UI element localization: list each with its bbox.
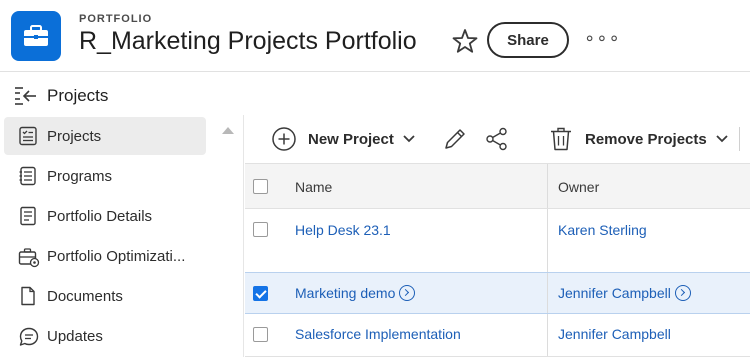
edit-button[interactable] — [442, 125, 468, 153]
briefcase-icon — [11, 11, 61, 61]
add-circle-icon — [272, 127, 296, 151]
owner-name[interactable]: Jennifer Campbell — [558, 285, 671, 301]
collapse-panel-icon[interactable] — [14, 86, 38, 106]
sidebar-item-label: Projects — [47, 127, 102, 145]
remove-projects-label: Remove Projects — [585, 130, 707, 148]
sidebar-item-label: Documents — [47, 287, 123, 305]
updates-icon — [19, 327, 39, 346]
project-name-link[interactable]: Marketing demo — [295, 285, 416, 301]
row-checkbox[interactable] — [253, 327, 268, 342]
table-row[interactable]: Salesforce Implementation Jennifer Campb… — [245, 314, 750, 357]
panel-header: Projects — [0, 73, 750, 115]
table-header: Name Owner — [245, 163, 750, 209]
projects-icon — [19, 126, 37, 146]
document-icon — [21, 286, 35, 306]
toolbar-divider — [739, 127, 740, 151]
chevron-down-icon — [403, 135, 415, 143]
page-header: PORTFOLIO R_Marketing Projects Portfolio… — [0, 0, 750, 72]
project-name[interactable]: Salesforce Implementation — [295, 326, 461, 342]
sidebar-item-portfolio-details[interactable]: Portfolio Details — [4, 197, 206, 235]
sidebar-item-label: Portfolio Details — [47, 207, 153, 225]
owner-link[interactable]: Karen Sterling — [558, 222, 647, 238]
details-icon — [20, 206, 36, 226]
table-row-selected[interactable]: Marketing demo Jennifer Campbell — [245, 272, 750, 314]
scroll-up-arrow-icon[interactable] — [222, 127, 234, 134]
column-header-name[interactable]: Name — [295, 179, 332, 195]
trash-icon — [551, 127, 571, 151]
row-checkbox-checked[interactable] — [253, 286, 268, 301]
select-all-checkbox[interactable] — [253, 179, 268, 194]
column-header-owner[interactable]: Owner — [558, 179, 599, 195]
sidebar-item-documents[interactable]: Documents — [4, 277, 206, 315]
sidebar-item-label: Updates — [47, 327, 103, 345]
sidebar-item-projects[interactable]: Projects — [4, 117, 206, 155]
project-name-link[interactable]: Salesforce Implementation — [295, 326, 461, 342]
column-divider — [547, 273, 548, 313]
more-options-icon[interactable]: ∘∘∘ — [584, 28, 621, 49]
table-row[interactable]: Help Desk 23.1 Karen Sterling — [245, 209, 750, 273]
pencil-icon — [445, 129, 465, 149]
project-name-link[interactable]: Help Desk 23.1 — [295, 222, 391, 238]
sidebar-item-label: Programs — [47, 167, 113, 185]
share-network-icon — [486, 127, 507, 151]
sidebar: Projects Programs Portfolio Details Port… — [0, 115, 244, 357]
project-name[interactable]: Help Desk 23.1 — [295, 222, 391, 238]
sidebar-item-programs[interactable]: Programs — [4, 157, 206, 195]
project-name[interactable]: Marketing demo — [295, 285, 395, 301]
open-arrow-icon[interactable] — [674, 285, 691, 301]
row-checkbox[interactable] — [253, 222, 268, 237]
owner-name[interactable]: Karen Sterling — [558, 222, 647, 238]
programs-icon — [19, 166, 36, 186]
optimization-icon — [18, 248, 40, 268]
chevron-down-icon — [716, 135, 728, 143]
open-arrow-icon[interactable] — [399, 285, 416, 301]
page-title: R_Marketing Projects Portfolio — [79, 27, 417, 55]
owner-link[interactable]: Jennifer Campbell — [558, 326, 671, 342]
share-link-button[interactable] — [484, 125, 510, 153]
projects-panel: New Project Remove Projects Name Owner H… — [245, 115, 750, 357]
toolbar: New Project Remove Projects — [245, 115, 750, 163]
new-project-label: New Project — [308, 130, 394, 148]
new-project-button[interactable]: New Project — [271, 125, 416, 153]
sidebar-item-label: Portfolio Optimizati... — [47, 247, 186, 265]
column-divider — [547, 209, 548, 272]
column-divider — [547, 164, 548, 208]
owner-link[interactable]: Jennifer Campbell — [558, 285, 691, 301]
column-divider — [547, 314, 548, 356]
panel-title: Projects — [47, 86, 109, 105]
owner-name[interactable]: Jennifer Campbell — [558, 326, 671, 342]
share-button[interactable]: Share — [487, 22, 569, 58]
object-type-label: PORTFOLIO — [79, 13, 153, 25]
sidebar-item-portfolio-optimization[interactable]: Portfolio Optimizati... — [4, 237, 206, 275]
remove-projects-button[interactable]: Remove Projects — [549, 125, 729, 153]
sidebar-item-updates[interactable]: Updates — [4, 317, 206, 355]
star-icon[interactable] — [451, 27, 479, 55]
